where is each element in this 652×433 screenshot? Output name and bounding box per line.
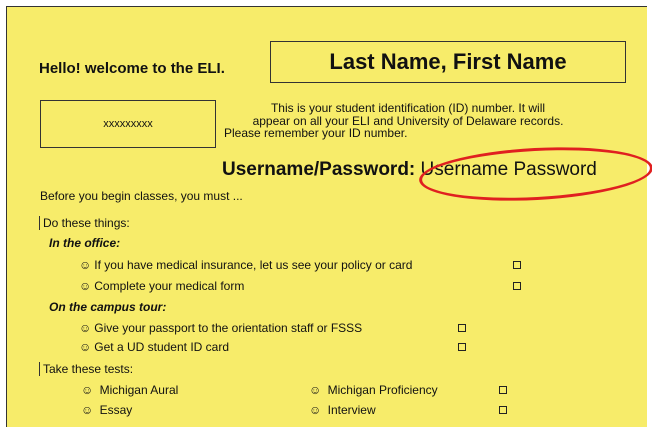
list-item: ☺ Get a UD student ID card [79,340,229,354]
credentials-label: Username/Password: [222,159,416,180]
section-things-heading: Do these things: [39,216,130,230]
list-item: ☺ Michigan Proficiency [309,383,438,397]
list-item: ☺ Michigan Aural [81,383,178,397]
checkbox[interactable] [499,386,507,394]
list-item-label: Get a UD student ID card [94,340,229,354]
highlight-oval [417,141,652,207]
smiley-icon: ☺ [309,403,322,417]
smiley-icon: ☺ [309,383,322,397]
list-item: ☺ Complete your medical form [79,279,244,293]
list-item: ☺ If you have medical insurance, let us s… [79,258,412,272]
checkbox[interactable] [513,282,521,290]
list-item-label: Essay [99,403,133,417]
list-item-label: Give your passport to the orientation st… [94,321,363,335]
list-item-label: If you have medical insurance, let us se… [94,258,413,272]
name-placeholder: Last Name, First Name [329,49,567,74]
name-field-box: Last Name, First Name [270,41,626,83]
list-item: ☺ Essay [81,403,132,417]
orientation-checklist-card: Hello! welcome to the ELI. Last Name, Fi… [6,6,652,427]
list-item-label: Complete your medical form [94,279,245,293]
checkbox[interactable] [513,261,521,269]
list-item-label: Michigan Aural [99,383,179,397]
student-id-box: xxxxxxxxx [40,100,216,148]
smiley-icon: ☺ [81,383,94,397]
section-tests-heading: Take these tests: [39,362,133,376]
id-note-line3: Please remember your ID number. [224,126,408,140]
list-item-label: Interview [327,403,376,417]
list-item-label: Michigan Proficiency [327,383,438,397]
smiley-icon: ☺ [79,279,92,293]
smiley-icon: ☺ [81,403,94,417]
greeting-text: Hello! welcome to the ELI. [39,60,225,77]
checkbox[interactable] [499,406,507,414]
student-id-value: xxxxxxxxx [103,118,153,130]
tour-heading: On the campus tour: [49,300,167,314]
list-item: ☺ Give your passport to the orientation s… [79,321,362,335]
id-note: This is your student identification (ID)… [218,102,598,140]
smiley-icon: ☺ [79,258,92,272]
office-heading: In the office: [49,236,121,250]
checkbox[interactable] [458,343,466,351]
intro-text: Before you begin classes, you must ... [40,189,243,203]
smiley-icon: ☺ [79,321,92,335]
checkbox[interactable] [458,324,466,332]
smiley-icon: ☺ [79,340,92,354]
list-item: ☺ Interview [309,403,376,417]
